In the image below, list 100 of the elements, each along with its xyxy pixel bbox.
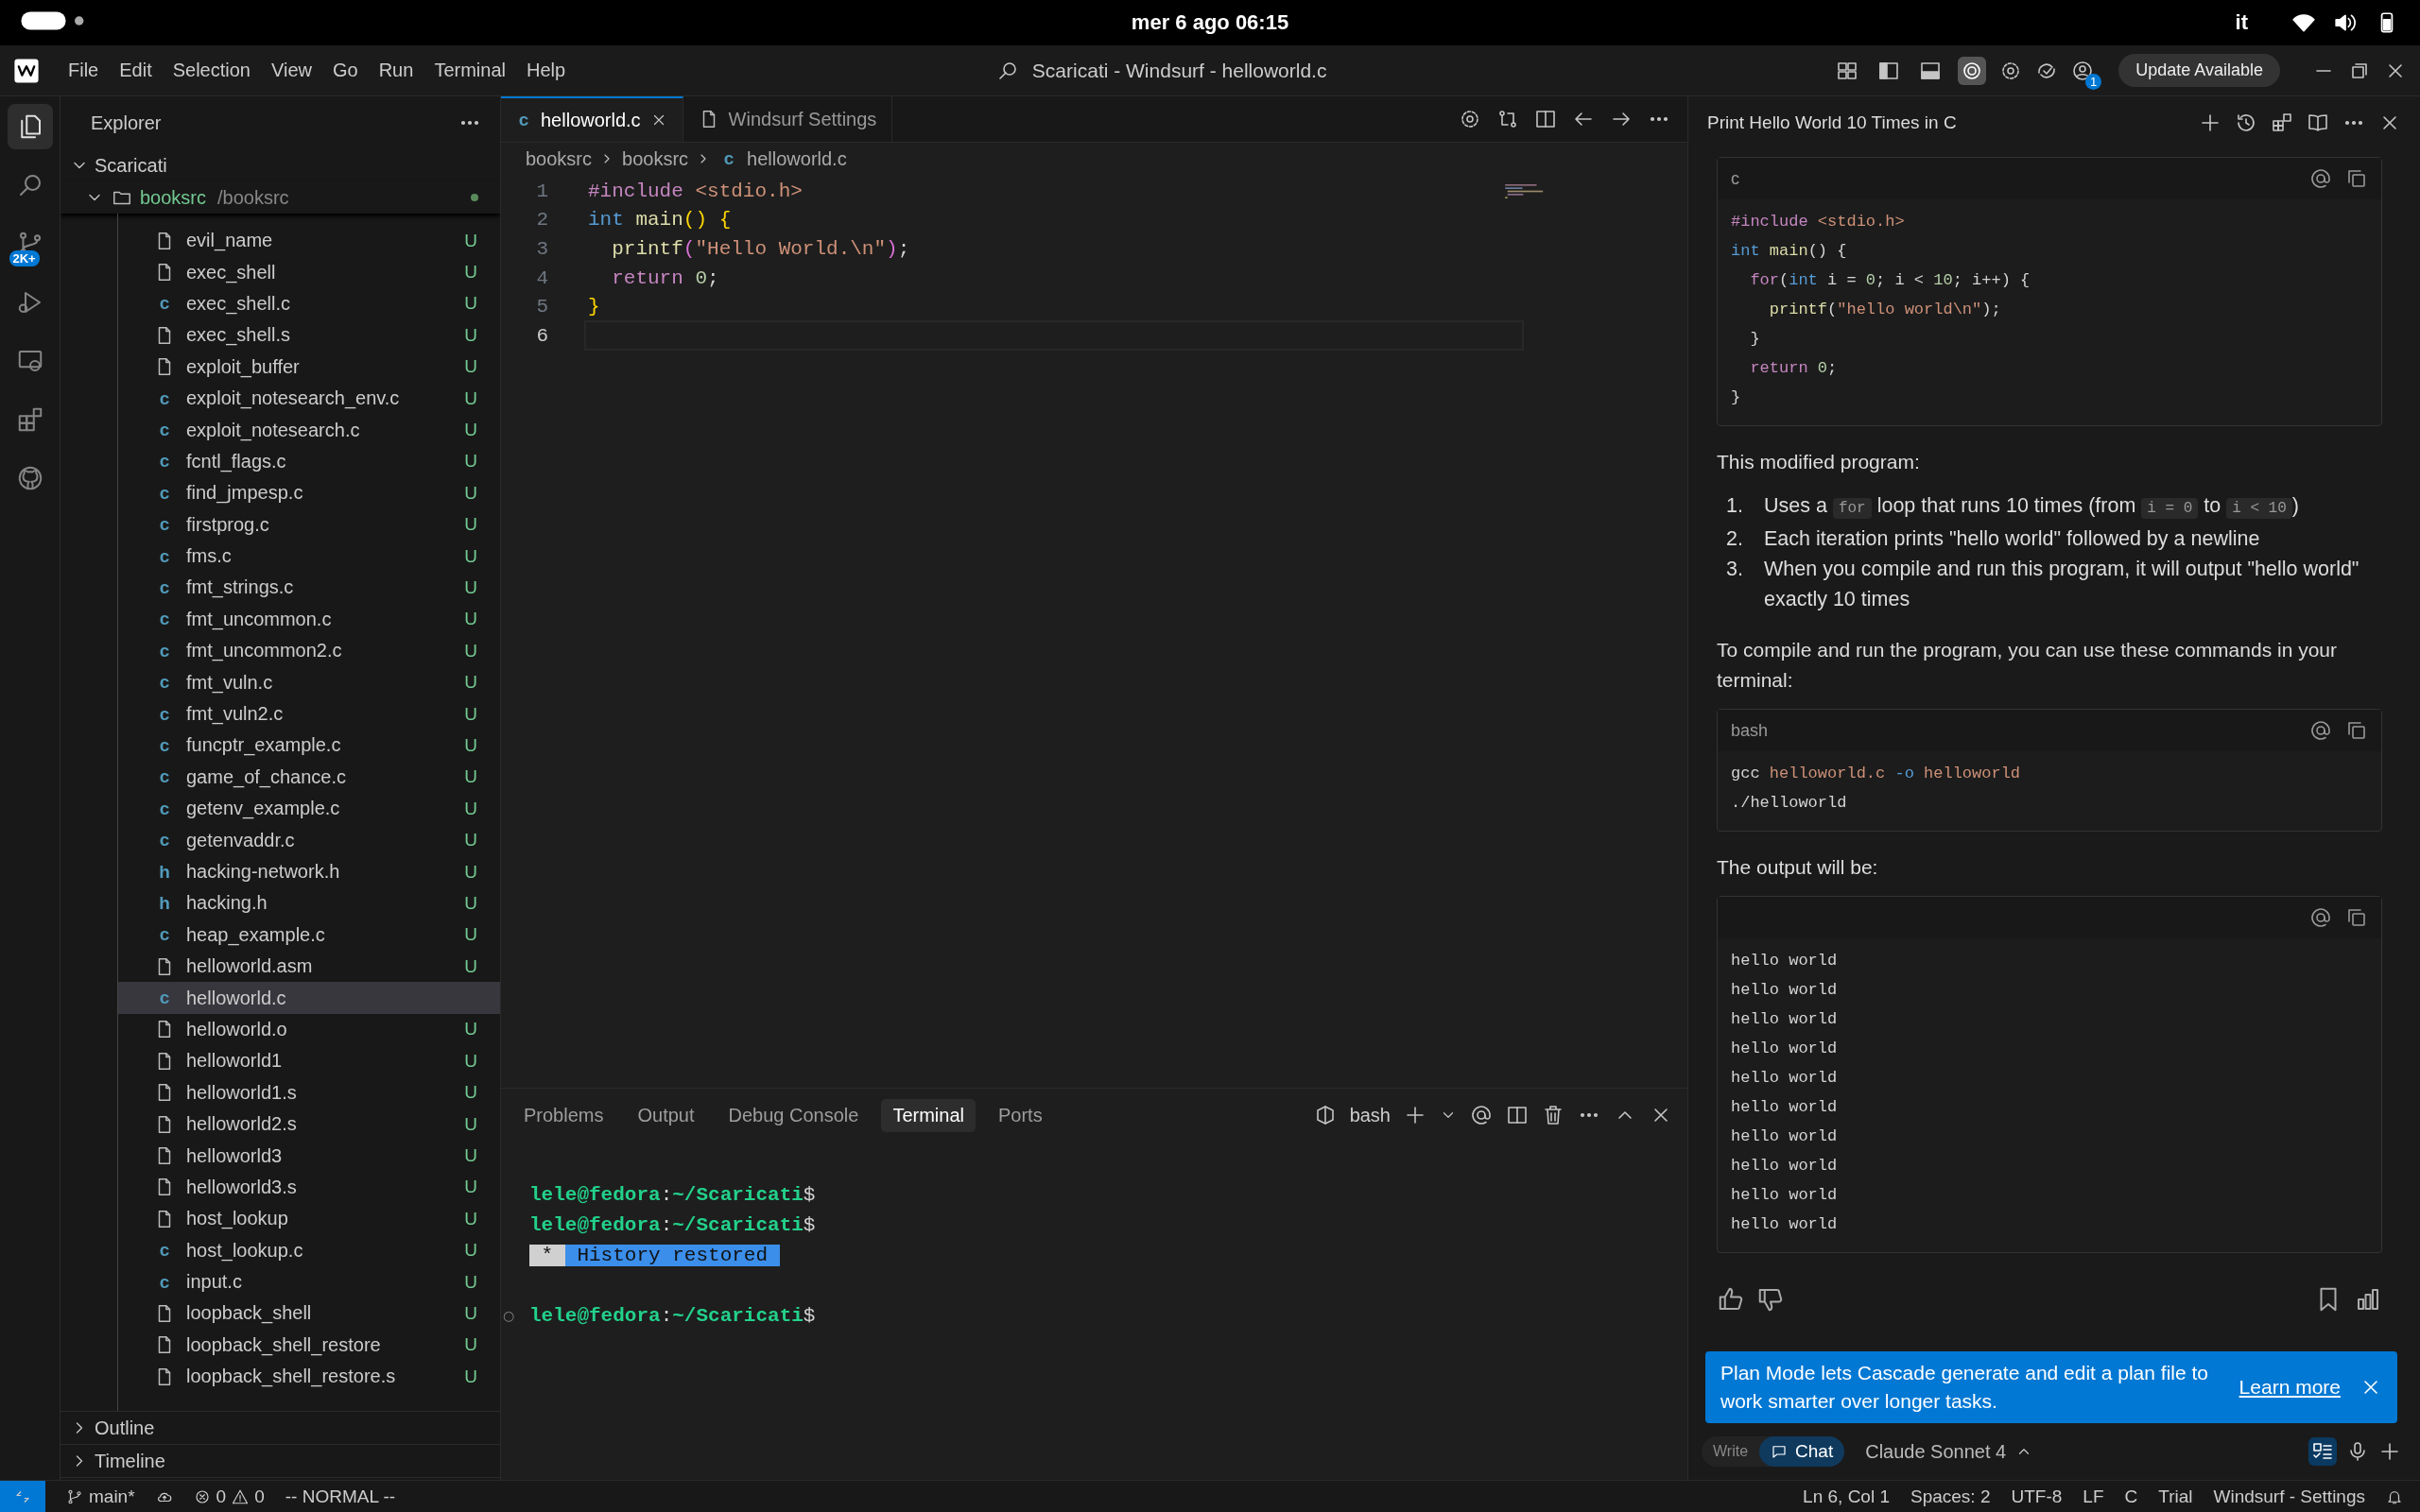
tree-item[interactable]: c host_lookup.c U [118, 1234, 500, 1266]
cascade-toggle-icon[interactable] [1958, 56, 1987, 85]
tree-item[interactable]: c helloworld.c [118, 982, 500, 1014]
tree-item[interactable]: helloworld.asm U [118, 951, 500, 983]
breadcrumb-item[interactable]: booksrc [526, 147, 593, 170]
tree-item[interactable]: evil_name U [118, 225, 500, 257]
status-item[interactable]: Windsurf - Settings [2213, 1486, 2365, 1507]
tree-item[interactable]: c game_of_chance.c U [118, 761, 500, 794]
mode-toggle[interactable]: Chat [1759, 1436, 1845, 1467]
tree-item[interactable]: helloworld2.s U [118, 1108, 500, 1141]
tree-item[interactable]: c exec_shell.c U [118, 287, 500, 320]
tree-item[interactable]: booksrc /booksrc [60, 181, 500, 214]
model-picker[interactable]: Claude Sonnet 4 [1865, 1440, 2007, 1463]
split-editor-icon[interactable] [1534, 108, 1557, 130]
status-item[interactable]: C [2124, 1486, 2138, 1507]
status-item[interactable]: Spaces: 2 [1910, 1486, 1991, 1507]
tree-item[interactable]: loopback_shell_restore U [118, 1329, 500, 1362]
tree-item[interactable]: helloworld1 U [118, 1045, 500, 1077]
tree-item[interactable]: c funcptr_example.c U [118, 730, 500, 762]
tree-item[interactable]: c getenvaddr.c U [118, 824, 500, 856]
shell-name[interactable]: bash [1349, 1104, 1391, 1126]
new-chat-icon[interactable] [2199, 112, 2221, 134]
tree-item[interactable]: c fmt_uncommon2.c U [118, 635, 500, 667]
section-header[interactable]: Timeline [60, 1445, 500, 1478]
copy-icon[interactable] [2345, 719, 2368, 742]
branch-indicator[interactable]: main* [66, 1486, 135, 1507]
tree-item[interactable]: c input.c U [118, 1265, 500, 1298]
section-header[interactable]: Outline [60, 1412, 500, 1445]
tree-item[interactable]: c fcntl_flags.c U [118, 445, 500, 478]
menu-item[interactable]: Selection [172, 60, 251, 81]
tree-item[interactable]: c fmt_strings.c U [118, 572, 500, 604]
menu-item[interactable]: Terminal [434, 60, 506, 81]
tree-item[interactable]: c fmt_vuln2.c U [118, 697, 500, 730]
tree-item[interactable]: loopback_shell U [118, 1297, 500, 1330]
tree-item[interactable]: h hacking.h U [118, 887, 500, 919]
menu-item[interactable]: Go [333, 60, 358, 81]
tree-item[interactable]: helloworld1.s U [118, 1076, 500, 1108]
add-icon[interactable] [2378, 1440, 2401, 1463]
editor-tab[interactable]: Windsurf Settings [683, 96, 893, 142]
tree-item[interactable]: c find_jmpesp.c U [118, 477, 500, 509]
history-icon[interactable] [2235, 112, 2257, 134]
problems-indicator[interactable]: 0 0 [193, 1486, 265, 1507]
menu-item[interactable]: Run [378, 60, 414, 81]
plan-mode-button[interactable] [2308, 1437, 2337, 1466]
update-button[interactable]: Update Available [2118, 54, 2280, 87]
status-item[interactable]: UTF-8 [2011, 1486, 2063, 1507]
tree-item[interactable]: c fmt_uncommon.c U [118, 603, 500, 636]
panel-tab[interactable]: Debug Console [717, 1098, 871, 1132]
mode-toggle[interactable]: Write [1702, 1436, 1760, 1467]
grid-icon[interactable] [2271, 112, 2293, 134]
tree-item[interactable]: c exploit_notesearch_env.c U [118, 382, 500, 415]
learn-more-link[interactable]: Learn more [2238, 1376, 2341, 1399]
compare-icon[interactable] [1496, 108, 1519, 130]
tree-item[interactable]: c fms.c U [118, 540, 500, 573]
copy-icon[interactable] [2345, 167, 2368, 190]
tree-item[interactable]: helloworld3 U [118, 1140, 500, 1172]
at-icon[interactable] [2309, 167, 2332, 190]
at-icon[interactable] [1470, 1104, 1493, 1126]
keyboard-layout[interactable]: it [2235, 10, 2248, 35]
editor-tab[interactable]: c helloworld.c [501, 96, 683, 142]
tree-item[interactable]: loopback_shell_restore.s U [118, 1361, 500, 1393]
tree-item[interactable]: Scaricati [60, 149, 500, 181]
copy-icon[interactable] [2345, 906, 2368, 929]
activity-bar-item[interactable] [7, 104, 53, 149]
new-terminal-icon[interactable] [1404, 1104, 1426, 1126]
remote-indicator[interactable] [0, 1480, 45, 1512]
command-decoration-icon[interactable]: ○ [503, 1308, 515, 1323]
tree-item[interactable]: c firstprog.c U [118, 508, 500, 541]
tree-item[interactable]: c getenv_example.c U [118, 793, 500, 825]
menu-item[interactable]: File [68, 60, 99, 81]
tree-item[interactable]: exploit_buffer U [118, 351, 500, 383]
book-icon[interactable] [2307, 112, 2329, 134]
tree-item[interactable]: c exploit_notesearch.c U [118, 414, 500, 446]
at-icon[interactable] [2309, 906, 2332, 929]
menu-item[interactable]: Edit [119, 60, 152, 81]
panel-tab[interactable]: Output [626, 1098, 706, 1132]
menu-item[interactable]: Help [526, 60, 566, 81]
at-icon[interactable] [2309, 719, 2332, 742]
clock[interactable]: mer 6 ago 06:15 [1131, 10, 1289, 35]
split-terminal-icon[interactable] [1506, 1104, 1529, 1126]
status-item[interactable]: LF [2083, 1486, 2104, 1507]
tree-item[interactable]: h hacking-network.h U [118, 855, 500, 888]
menu-item[interactable]: View [271, 60, 312, 81]
tree-item[interactable]: c heap_example.c U [118, 919, 500, 951]
tree-item[interactable]: exec_shell.s U [118, 319, 500, 352]
panel-tab[interactable]: Ports [987, 1098, 1054, 1132]
status-item[interactable]: Trial [2158, 1486, 2193, 1507]
breadcrumb-item[interactable]: booksrc [622, 147, 689, 170]
tree-item[interactable]: exec_shell U [118, 256, 500, 288]
trash-icon[interactable] [1542, 1104, 1564, 1126]
tree-item[interactable]: helloworld3.s U [118, 1171, 500, 1204]
panel-tab[interactable]: Problems [512, 1098, 615, 1132]
tree-item[interactable]: host_lookup U [118, 1203, 500, 1235]
tree-item[interactable]: helloworld.o U [118, 1013, 500, 1046]
breadcrumb-item[interactable]: helloworld.c [747, 147, 847, 170]
settings-icon[interactable] [1459, 108, 1481, 130]
tree-item[interactable]: c fmt_vuln.c U [118, 666, 500, 698]
activity-bar-item[interactable]: 2K+ [7, 221, 53, 266]
status-item[interactable]: Ln 6, Col 1 [1803, 1486, 1890, 1507]
panel-tab[interactable]: Terminal [881, 1098, 976, 1132]
